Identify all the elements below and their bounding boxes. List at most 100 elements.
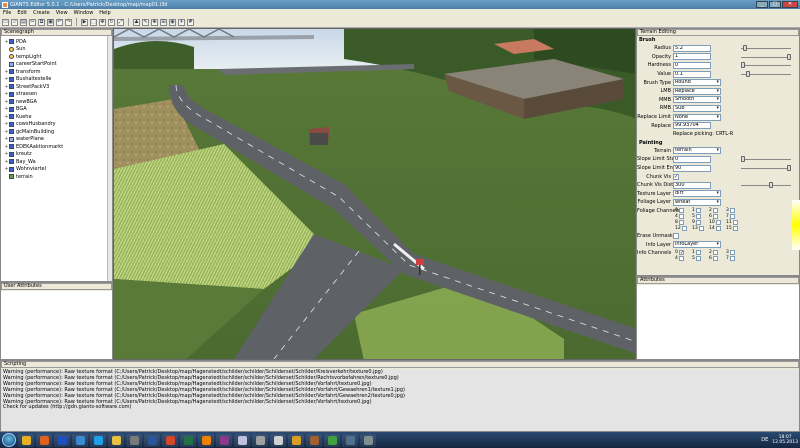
hardness-slider-knob[interactable] [741, 62, 745, 69]
close-button[interactable]: ✕ [782, 1, 798, 8]
undo-icon[interactable]: ↶ [56, 18, 63, 26]
value-input[interactable]: 0.1 [673, 70, 711, 78]
outlook-icon[interactable] [54, 433, 70, 447]
scenegraph-node[interactable]: + Bay_Wa [4, 158, 112, 166]
photo-icon[interactable] [342, 433, 358, 447]
mmb-select[interactable]: Smooth [673, 96, 721, 104]
tractor-icon[interactable] [324, 433, 340, 447]
channel-checkbox[interactable] [695, 220, 701, 226]
image-viewer-icon[interactable] [72, 433, 88, 447]
tool-icon[interactable] [252, 433, 268, 447]
scenegraph-node[interactable]: + Bushaltestelle [4, 76, 112, 84]
menu-file[interactable]: File [3, 10, 11, 16]
channel-checkbox[interactable] [732, 220, 738, 226]
channel-checkbox[interactable] [715, 226, 721, 232]
channel-checkbox[interactable] [712, 250, 718, 256]
calculator-icon[interactable] [126, 433, 142, 447]
channel-checkbox[interactable] [729, 214, 735, 220]
terrain-paint-icon[interactable]: ✎ [142, 18, 149, 26]
new-icon[interactable]: ▭ [2, 18, 9, 26]
terrain-select[interactable]: terrain [673, 147, 721, 155]
scenegraph-node[interactable]: + Wohnviertel [4, 166, 112, 174]
menu-help[interactable]: Help [99, 10, 110, 16]
channel-checkbox[interactable] [698, 226, 704, 232]
channel-checkbox[interactable] [729, 250, 735, 256]
scenegraph-node[interactable]: + EDEKAaktionmarkt [4, 143, 112, 151]
scenegraph-scrollbar[interactable] [107, 36, 112, 281]
chunk-vis-dist-slider[interactable] [741, 181, 791, 188]
channel-checkbox[interactable] [729, 208, 735, 214]
channel-checkbox[interactable] [712, 256, 718, 262]
scale-icon[interactable]: ⤢ [117, 18, 124, 26]
scenegraph-node[interactable]: Sun [4, 46, 112, 54]
scenegraph-node[interactable]: + cowsHusbandry [4, 121, 112, 129]
channel-checkbox[interactable] [695, 250, 701, 256]
explorer-icon[interactable] [108, 433, 124, 447]
hardness-slider[interactable] [741, 62, 791, 69]
radius-input[interactable]: 5.2 [673, 44, 711, 52]
opacity-slider-knob[interactable] [787, 53, 791, 60]
replace-input[interactable]: 99.93704 [673, 122, 711, 130]
copy-icon[interactable]: ⧉ [38, 18, 45, 26]
channel-checkbox[interactable] [678, 208, 684, 214]
channel-checkbox[interactable] [732, 226, 738, 232]
channel-checkbox[interactable] [678, 256, 684, 262]
erase-unmasked-checkbox[interactable] [673, 232, 679, 239]
channel-checkbox[interactable] [715, 220, 721, 226]
scenegraph-node[interactable]: terrain [4, 173, 112, 181]
rmb-select[interactable]: Sub [673, 104, 721, 112]
menu-window[interactable]: Window [74, 10, 94, 16]
scenegraph-node[interactable]: tempLight [4, 53, 112, 61]
chunk-vis-dist-input[interactable]: 300 [673, 181, 711, 189]
scenegraph-node[interactable]: + waterPlane [4, 136, 112, 144]
light-icon[interactable]: ☀ [178, 18, 185, 26]
scenegraph-node[interactable]: + PDA [4, 38, 112, 46]
opacity-slider[interactable] [741, 53, 791, 60]
scenegraph-node[interactable]: careerStartPoint [4, 61, 112, 69]
slope-start-input[interactable]: 0 [673, 155, 711, 163]
chrome-icon[interactable] [18, 433, 34, 447]
3d-viewport[interactable] [113, 28, 636, 360]
channel-checkbox[interactable] [695, 214, 701, 220]
menu-edit[interactable]: Edit [17, 10, 27, 16]
foliage-layer-select[interactable]: wheat [673, 198, 721, 206]
replace-limit-select[interactable]: None [673, 113, 721, 121]
radius-slider-knob[interactable] [743, 45, 748, 51]
game-icon[interactable] [306, 433, 322, 447]
scenegraph-node[interactable]: + kreutz [4, 151, 112, 159]
scenegraph-node[interactable]: + StreetPackV3 [4, 83, 112, 91]
paint-icon[interactable] [234, 433, 250, 447]
channel-checkbox[interactable]: ✓ [678, 250, 684, 256]
settings-icon[interactable] [360, 433, 376, 447]
channel-checkbox[interactable] [712, 208, 718, 214]
value-slider[interactable] [741, 70, 791, 77]
select-icon[interactable]: ⬚ [90, 18, 97, 26]
scripting-output[interactable]: Warning (performance): Raw texture forma… [1, 369, 799, 431]
channel-checkbox[interactable] [681, 226, 687, 232]
chunk-vis-checkbox[interactable]: ✓ [673, 173, 679, 180]
powerpoint-icon[interactable] [162, 433, 178, 447]
scenegraph-node[interactable]: + gcMainBuilding [4, 128, 112, 136]
open-icon[interactable]: ▱ [11, 18, 18, 26]
texture-layer-select[interactable]: dirt [673, 190, 721, 198]
word-icon[interactable] [144, 433, 160, 447]
channel-checkbox[interactable] [678, 214, 684, 220]
slope-start-knob[interactable] [741, 156, 745, 163]
value-slider-knob[interactable] [745, 70, 750, 77]
save-icon[interactable]: ▤ [20, 18, 27, 26]
play-icon[interactable]: ▶ [81, 18, 88, 26]
rotate-icon[interactable]: ↻ [108, 18, 115, 26]
paste-icon[interactable]: ▣ [47, 18, 54, 26]
vlc-icon[interactable] [198, 433, 214, 447]
menu-view[interactable]: View [56, 10, 68, 16]
scenegraph-node[interactable]: + Kuehe [4, 113, 112, 121]
cut-icon[interactable]: ✂ [29, 18, 36, 26]
scenegraph-node[interactable]: + BGA [4, 106, 112, 114]
snap-icon[interactable]: ⊞ [160, 18, 167, 26]
maximize-button[interactable]: □ [769, 1, 781, 8]
brush-type-select[interactable]: Round [673, 79, 721, 87]
hardness-input[interactable]: 0 [673, 61, 711, 69]
move-icon[interactable]: ✥ [99, 18, 106, 26]
clock[interactable]: 18:07 12.05.2013 [772, 435, 798, 445]
scenegraph-node[interactable]: + transform [4, 68, 112, 76]
